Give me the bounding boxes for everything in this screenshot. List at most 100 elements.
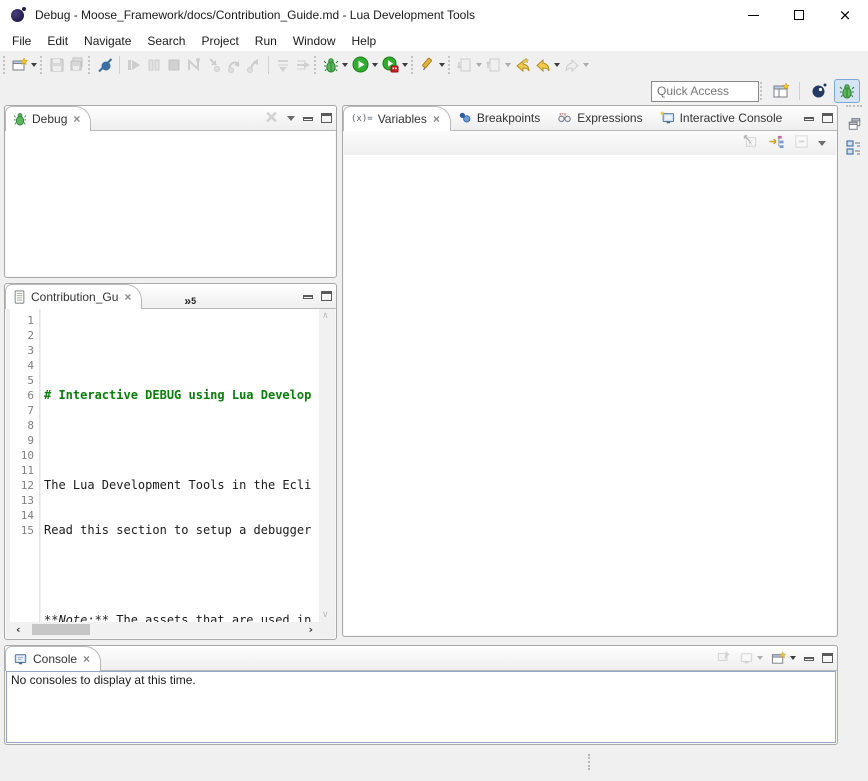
skip-all-breakpoints-button[interactable] <box>95 53 115 77</box>
editor-maximize-button[interactable] <box>321 291 332 301</box>
display-console-dropdown <box>757 656 763 660</box>
editor-text-area[interactable]: # Interactive DEBUG using Lua Develop Th… <box>41 309 319 622</box>
debug-view-maximize-button[interactable] <box>321 113 332 123</box>
editor-line <box>41 433 319 448</box>
back-button[interactable] <box>533 53 562 77</box>
console-maximize-button[interactable] <box>822 653 833 663</box>
terminate-button <box>164 53 184 77</box>
tab-contribution-guide-label: Contribution_Gu <box>31 290 118 304</box>
variables-maximize-button[interactable] <box>822 113 833 123</box>
tab-debug-close-icon[interactable]: × <box>73 112 80 126</box>
open-perspective-icon <box>773 83 791 99</box>
close-window-button[interactable]: × <box>822 0 868 30</box>
restore-view-button[interactable] <box>843 113 865 135</box>
menu-search[interactable]: Search <box>139 32 193 50</box>
new-wizard-dropdown[interactable] <box>31 63 37 67</box>
tab-variables[interactable]: (x)= Variables × <box>343 106 451 131</box>
open-console-button[interactable] <box>771 651 796 666</box>
tab-contribution-guide[interactable]: Contribution_Gu × <box>5 284 142 309</box>
menu-project[interactable]: Project <box>193 32 246 50</box>
quick-access-input[interactable] <box>651 81 759 102</box>
editor-vertical-scrollbar[interactable]: ∧ ∨ <box>319 309 334 622</box>
previous-annotation-button <box>484 53 513 77</box>
menu-navigate[interactable]: Navigate <box>76 32 139 50</box>
hidden-editors-chevron[interactable]: »5 <box>184 294 196 308</box>
menu-run[interactable]: Run <box>247 32 285 50</box>
tab-console-close-icon[interactable]: × <box>83 652 90 666</box>
run-button[interactable] <box>350 53 380 77</box>
step-return-icon <box>246 57 262 73</box>
external-tools-dropdown[interactable] <box>439 63 445 67</box>
menu-help[interactable]: Help <box>344 32 385 50</box>
variables-view-menu-button[interactable] <box>818 141 826 146</box>
remove-terminated-icon <box>264 110 279 124</box>
tab-expressions[interactable]: x+y Expressions <box>550 105 652 130</box>
close-icon: × <box>839 8 852 23</box>
external-tools-icon <box>420 57 436 73</box>
debug-view-menu-button[interactable] <box>287 116 295 121</box>
run-coverage-dropdown[interactable] <box>402 63 408 67</box>
scroll-up-icon[interactable]: ∧ <box>322 311 329 321</box>
step-over-icon <box>226 57 242 73</box>
menu-window[interactable]: Window <box>285 32 344 50</box>
back-icon <box>535 57 551 73</box>
run-coverage-button[interactable] <box>380 53 410 77</box>
markdown-emphasis: **Note:** <box>44 613 109 622</box>
console-content[interactable]: No consoles to display at this time. <box>6 671 836 743</box>
variables-minimize-button[interactable] <box>804 117 814 121</box>
open-console-dropdown[interactable] <box>790 656 796 660</box>
collapse-all-button <box>794 134 809 152</box>
scroll-right-icon[interactable]: › <box>308 622 313 637</box>
toolbar-grip <box>314 56 318 74</box>
tab-debug[interactable]: Debug × <box>5 106 91 131</box>
resume-icon <box>126 57 142 73</box>
tab-interactive-console[interactable]: Interactive Console <box>653 105 793 130</box>
last-edit-location-button[interactable] <box>513 53 533 77</box>
maximize-window-button[interactable] <box>776 0 822 30</box>
skip-all-breakpoints-icon <box>97 57 113 73</box>
editor-minimize-button[interactable] <box>303 295 313 299</box>
minimize-window-button[interactable] <box>730 0 776 30</box>
tab-console[interactable]: Console × <box>5 646 101 671</box>
editor-line: Read this section to setup a debugger <box>41 523 319 538</box>
open-perspective-button[interactable] <box>769 79 795 103</box>
scroll-down-icon[interactable]: ∨ <box>322 610 329 620</box>
disconnect-button <box>184 53 204 77</box>
tab-contribution-guide-close-icon[interactable]: × <box>124 290 131 304</box>
lua-perspective-button[interactable] <box>806 79 832 103</box>
new-wizard-button[interactable] <box>10 53 39 77</box>
variables-content[interactable] <box>344 155 836 635</box>
console-tabrow: Console × <box>5 646 837 671</box>
save-button <box>47 53 67 77</box>
toolbar-grip <box>40 56 44 74</box>
chevron-glyph: » <box>184 294 191 308</box>
debug-dropdown[interactable] <box>342 63 348 67</box>
display-console-icon <box>739 651 754 665</box>
menu-edit[interactable]: Edit <box>39 32 76 50</box>
debug-view-content[interactable] <box>6 131 335 276</box>
drop-to-frame-button <box>273 53 293 77</box>
back-dropdown[interactable] <box>554 63 560 67</box>
console-minimize-button[interactable] <box>804 657 814 661</box>
editor-horizontal-scrollbar[interactable]: ‹ › <box>10 622 319 637</box>
horizontal-scroll-thumb[interactable] <box>32 624 90 635</box>
step-over-button <box>224 53 244 77</box>
debug-button[interactable] <box>321 53 350 77</box>
tab-breakpoints[interactable]: Breakpoints <box>451 105 550 130</box>
debug-perspective-button[interactable] <box>834 79 860 103</box>
step-into-icon <box>206 57 222 73</box>
suspend-button <box>144 53 164 77</box>
last-edit-location-icon <box>515 57 531 73</box>
toolbar-separator <box>268 56 269 74</box>
breakpoints-icon <box>458 111 472 125</box>
save-all-button <box>67 53 87 77</box>
show-logical-structure-button[interactable] <box>768 134 785 152</box>
run-dropdown[interactable] <box>372 63 378 67</box>
debug-view-minimize-button[interactable] <box>303 117 313 121</box>
menu-file[interactable]: File <box>4 32 39 50</box>
external-tools-button[interactable] <box>418 53 447 77</box>
scroll-left-icon[interactable]: ‹ <box>16 622 21 637</box>
tab-variables-close-icon[interactable]: × <box>433 112 440 126</box>
outline-view-button[interactable] <box>843 137 865 159</box>
step-return-button <box>244 53 264 77</box>
